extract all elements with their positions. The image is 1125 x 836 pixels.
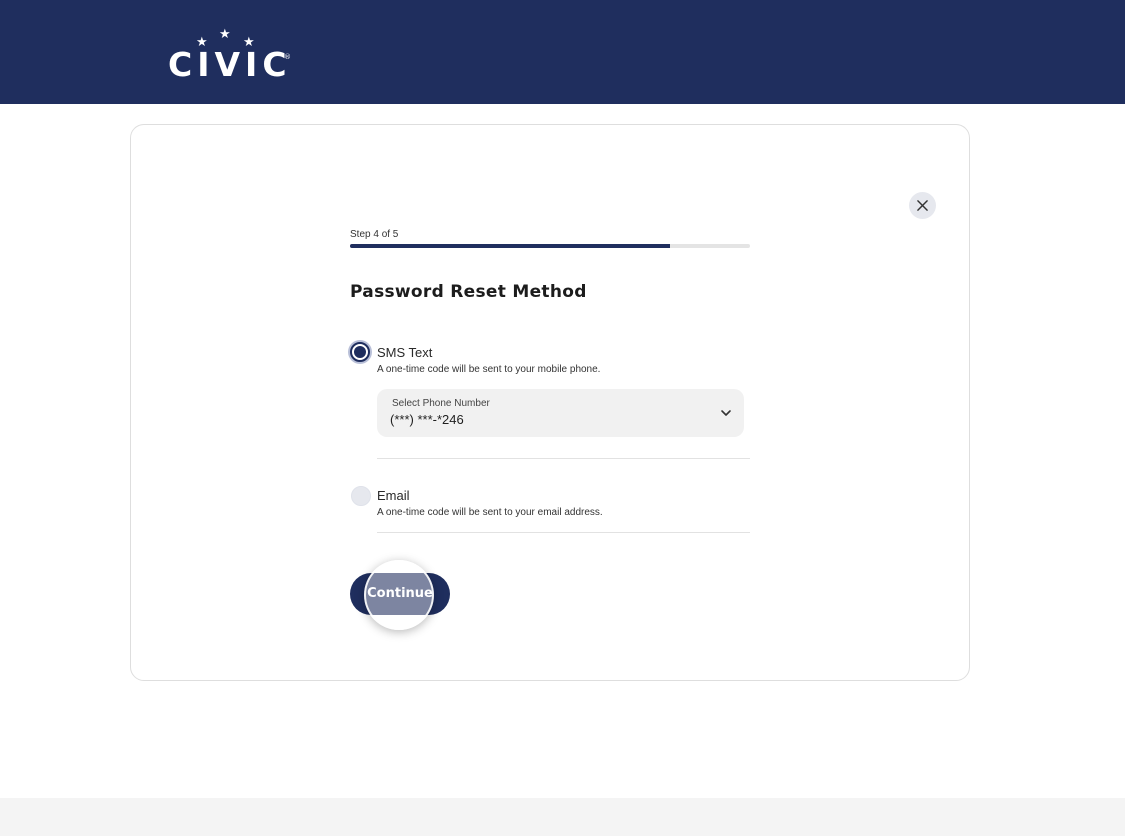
progress-bar (350, 244, 750, 248)
continue-button[interactable]: Continue (350, 560, 450, 630)
page-title: Password Reset Method (350, 282, 587, 302)
email-option-description: A one-time code will be sent to your ema… (377, 507, 603, 518)
continue-label: Continue (367, 586, 433, 601)
phone-select-value: (***) ***-*246 (390, 412, 464, 427)
star-icon: ★ (219, 27, 231, 42)
option-divider (377, 458, 750, 459)
phone-number-select[interactable]: Select Phone Number (***) ***-*246 (377, 389, 744, 437)
email-radio[interactable] (351, 486, 371, 506)
civic-logo[interactable]: ★ ★ ★ CIVIC ® (168, 26, 298, 82)
sms-option-label[interactable]: SMS Text (377, 345, 432, 360)
close-button[interactable] (909, 192, 936, 219)
site-footer (0, 798, 1125, 836)
logo-wordmark: CIVIC (168, 45, 292, 84)
option-divider (377, 532, 750, 533)
email-option-label[interactable]: Email (377, 488, 410, 503)
progress-fill (350, 244, 670, 248)
sms-radio[interactable] (350, 342, 370, 362)
step-indicator: Step 4 of 5 (350, 229, 399, 240)
chevron-down-icon (721, 410, 731, 416)
registered-mark: ® (284, 53, 291, 61)
sms-option-description: A one-time code will be sent to your mob… (377, 364, 601, 375)
site-header: ★ ★ ★ CIVIC ® (0, 0, 1125, 104)
reset-method-card: Step 4 of 5 Password Reset Method SMS Te… (130, 124, 970, 681)
close-icon (917, 200, 928, 211)
phone-select-label: Select Phone Number (392, 398, 490, 409)
